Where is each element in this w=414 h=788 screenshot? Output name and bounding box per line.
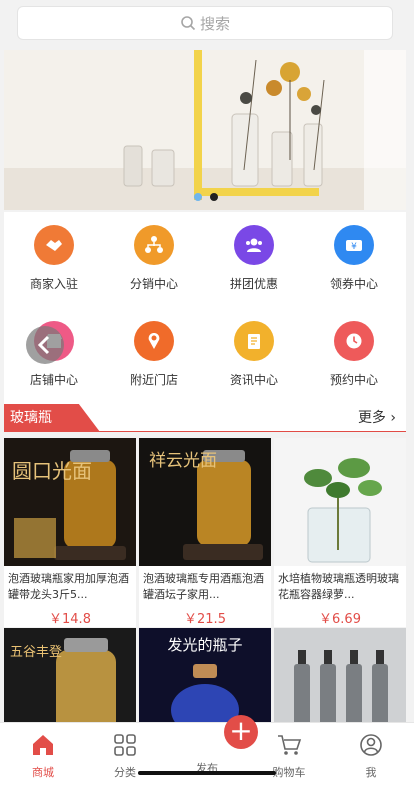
feature-grid: 商家入驻 分销中心 拼团优惠 ¥ 领券中心 店铺中心 附近门店 资讯中心 预约中 (4, 212, 406, 404)
grid-item-label: 商家入驻 (29, 277, 78, 291)
back-icon (37, 335, 50, 355)
grid-item-news[interactable]: 资讯中心 (204, 308, 304, 404)
floating-back-button[interactable] (26, 326, 64, 364)
cart-icon (278, 735, 302, 755)
product-card[interactable]: 五谷丰登 (4, 628, 136, 728)
mall-home-page: 搜索 商家入驻 分销中心 拼团优惠 ¥ 领券中心 店铺中心 附近门店 资讯中心 … (0, 0, 414, 788)
product-title: 水培植物玻璃瓶透明玻璃花瓶容器绿萝... (278, 572, 399, 601)
product-title: 泡酒玻璃瓶专用酒瓶泡酒罐酒坛子家用... (143, 572, 264, 601)
coupon-icon: ¥ (334, 225, 374, 265)
carousel-dot[interactable] (210, 193, 218, 201)
product-card[interactable] (274, 628, 406, 728)
more-label: 更多 (357, 410, 386, 426)
grid-item-group-buy[interactable]: 拼团优惠 (204, 212, 304, 308)
grid-item-label: 资讯中心 (229, 373, 278, 387)
grid-item-label: 拼团优惠 (229, 277, 278, 291)
search-placeholder: 搜索 (199, 14, 230, 33)
tab-me[interactable]: 我 (330, 733, 412, 780)
share-network-icon (134, 225, 174, 265)
product-card[interactable]: 圆口光面 泡酒玻璃瓶家用加厚泡酒罐带龙头3斤5... ￥14.8 (4, 438, 136, 627)
grid-item-label: 附近门店 (129, 373, 178, 387)
grid-item-label: 店铺中心 (29, 373, 78, 387)
product-title: 泡酒玻璃瓶家用加厚泡酒罐带龙头3斤5... (8, 572, 129, 601)
tab-label: 商城 (32, 766, 54, 779)
product-image-text: 发光的瓶子 (167, 636, 242, 654)
clock-icon (334, 321, 374, 361)
product-price: ￥6.69 (319, 612, 361, 627)
home-icon (33, 735, 53, 755)
carousel-dot-active[interactable] (194, 193, 202, 201)
banner-image (4, 50, 406, 210)
news-icon (234, 321, 274, 361)
grid-item-distribution[interactable]: 分销中心 (104, 212, 204, 308)
section-title: 玻璃瓶 (4, 404, 100, 432)
search-input[interactable]: 搜索 (17, 6, 393, 40)
handshake-icon (34, 225, 74, 265)
grid-item-label: 预约中心 (329, 373, 378, 387)
search-bar: 搜索 (0, 0, 414, 48)
grid-item-booking[interactable]: 预约中心 (304, 308, 404, 404)
grid-item-nearby[interactable]: 附近门店 (104, 308, 204, 404)
more-link[interactable]: 更多 › (358, 404, 396, 432)
grid-icon (114, 734, 136, 756)
tab-publish[interactable]: + 发布 (166, 715, 258, 776)
product-image-text: 祥云光面 (149, 451, 217, 471)
product-card[interactable]: 祥云光面 泡酒玻璃瓶专用酒瓶泡酒罐酒坛子家用... ￥21.5 (139, 438, 271, 627)
product-image: 发光的瓶子 (139, 628, 271, 728)
product-card[interactable]: 发光的瓶子 (139, 628, 271, 728)
bottom-tab-bar: 商城 分类 + 发布 购物车 我 (0, 715, 414, 788)
product-image: 五谷丰登 (4, 628, 136, 728)
tab-label: 我 (365, 766, 377, 779)
grid-item-coupon[interactable]: ¥ 领券中心 (304, 212, 404, 308)
user-icon (360, 734, 382, 756)
location-pin-icon (134, 321, 174, 361)
svg-text:¥: ¥ (351, 242, 357, 252)
category-section-header: 玻璃瓶 更多 › (4, 404, 406, 432)
product-image: 祥云光面 (139, 438, 271, 566)
product-list: 圆口光面 泡酒玻璃瓶家用加厚泡酒罐带龙头3斤5... ￥14.8 祥云光面 泡酒… (4, 434, 406, 734)
tab-mall[interactable]: 商城 (2, 733, 84, 780)
group-icon (234, 225, 274, 265)
product-price: ￥14.8 (49, 612, 91, 627)
carousel-dots (194, 193, 218, 201)
search-icon (181, 16, 196, 31)
banner-carousel[interactable] (4, 50, 406, 210)
product-image-text: 圆口光面 (12, 459, 92, 483)
grid-item-merchant[interactable]: 商家入驻 (4, 212, 104, 308)
product-image (274, 438, 406, 566)
grid-item-label: 领券中心 (329, 277, 378, 291)
grid-item-label: 分销中心 (129, 277, 178, 291)
home-indicator (138, 771, 276, 775)
product-image: 圆口光面 (4, 438, 136, 566)
product-price: ￥21.5 (184, 612, 226, 627)
product-card[interactable]: 水培植物玻璃瓶透明玻璃花瓶容器绿萝... ￥6.69 (274, 438, 406, 627)
chevron-right-icon: › (390, 410, 396, 426)
product-image (274, 628, 406, 728)
product-image-text: 五谷丰登 (10, 645, 62, 660)
